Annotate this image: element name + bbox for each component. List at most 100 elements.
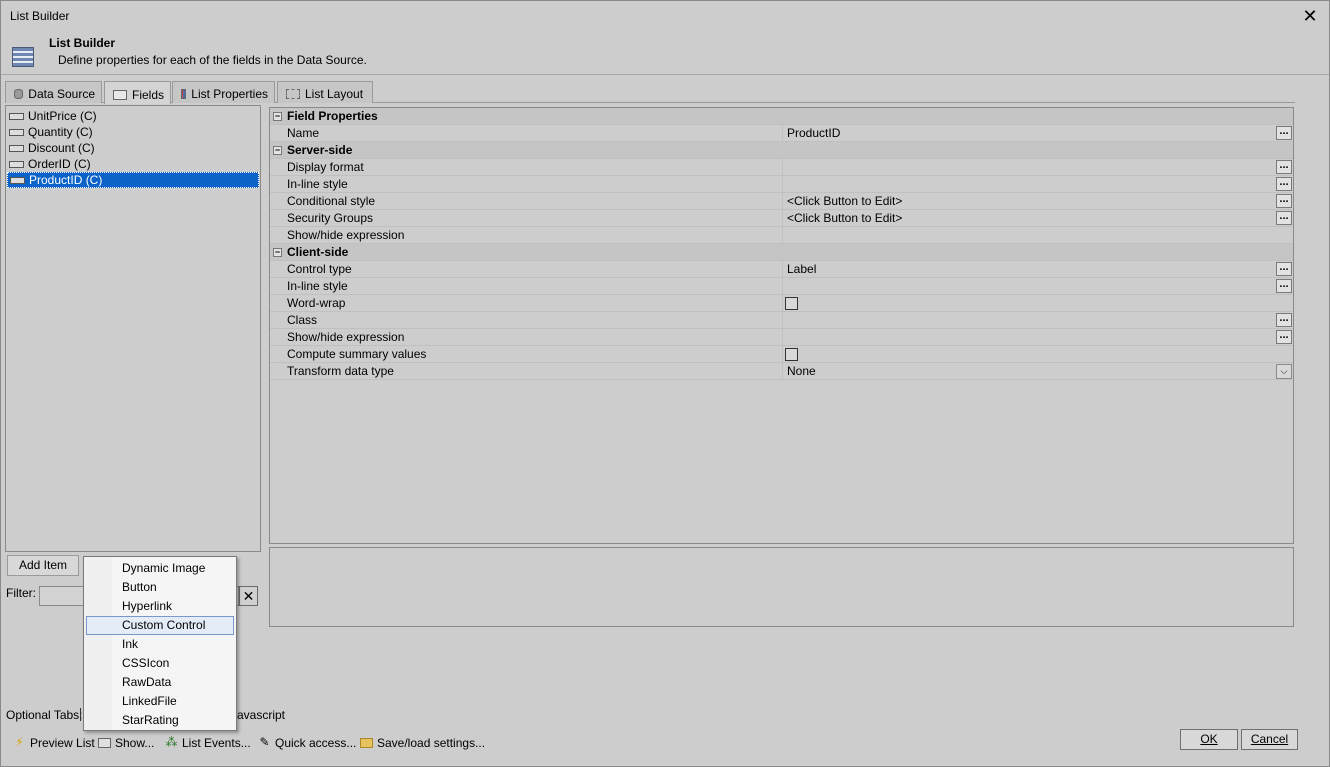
field-item-discount[interactable]: Discount (C) (7, 140, 259, 156)
property-row-name[interactable]: Name ProductID ... (270, 125, 1293, 142)
property-name: In-line style (287, 177, 348, 191)
ellipsis-button[interactable]: ... (1276, 211, 1292, 225)
category-field-properties[interactable]: − Field Properties (270, 108, 1293, 125)
close-icon[interactable]: ✕ (1299, 5, 1321, 27)
folder-icon (360, 737, 373, 748)
property-row-word-wrap[interactable]: Word-wrap (270, 295, 1293, 312)
menu-item-dynamic-image[interactable]: Dynamic Image (86, 559, 234, 578)
property-description-box (269, 547, 1294, 627)
ellipsis-button[interactable]: ... (1276, 330, 1292, 344)
tab-fields[interactable]: Fields (104, 81, 171, 104)
property-row-conditional-style[interactable]: Conditional style <Click Button to Edit>… (270, 193, 1293, 210)
menu-item-button[interactable]: Button (86, 578, 234, 597)
property-row-security-groups[interactable]: Security Groups <Click Button to Edit> .… (270, 210, 1293, 227)
ellipsis-button[interactable]: ... (1276, 262, 1292, 276)
collapse-icon[interactable]: − (273, 248, 282, 257)
divider (782, 329, 783, 346)
field-item-orderid[interactable]: OrderID (C) (7, 156, 259, 172)
window-title: List Builder (10, 9, 70, 23)
property-value[interactable]: ProductID (787, 126, 840, 140)
field-label: OrderID (C) (28, 157, 91, 171)
property-row-class[interactable]: Class ... (270, 312, 1293, 329)
menu-item-cssicon[interactable]: CSSIcon (86, 654, 234, 673)
list-layout-icon (286, 89, 300, 99)
property-row-show-hide-server[interactable]: Show/hide expression (270, 227, 1293, 244)
collapse-icon[interactable]: − (273, 112, 282, 121)
word-wrap-checkbox[interactable] (785, 297, 798, 310)
property-value: <Click Button to Edit> (787, 211, 903, 225)
cancel-button[interactable]: Cancel (1241, 729, 1298, 750)
tab-list-properties[interactable]: List Properties (172, 81, 275, 103)
property-row-display-format[interactable]: Display format ... (270, 159, 1293, 176)
optional-tabs-label: Optional Tabs: (6, 708, 83, 722)
menu-item-custom-control[interactable]: Custom Control (86, 616, 234, 635)
property-row-show-hide-client[interactable]: Show/hide expression ... (270, 329, 1293, 346)
field-label: UnitPrice (C) (28, 109, 97, 123)
show-icon (98, 737, 111, 748)
property-grid: − Field Properties Name ProductID ... − … (269, 107, 1294, 544)
menu-item-starrating[interactable]: StarRating (86, 711, 234, 730)
ellipsis-button[interactable]: ... (1276, 279, 1292, 293)
compute-summary-checkbox[interactable] (785, 348, 798, 361)
property-name: Word-wrap (287, 296, 346, 310)
list-events-button[interactable]: ⁂ List Events... (165, 734, 251, 751)
field-item-quantity[interactable]: Quantity (C) (7, 124, 259, 140)
ellipsis-button[interactable]: ... (1276, 313, 1292, 327)
divider (782, 312, 783, 329)
ok-button[interactable]: OK (1180, 729, 1238, 750)
button-label: Save/load settings... (377, 735, 486, 750)
button-label: Quick access... (275, 735, 357, 750)
property-name: Conditional style (287, 194, 376, 208)
property-row-control-type[interactable]: Control type Label ... (270, 261, 1293, 278)
property-name: Transform data type (287, 364, 394, 378)
chevron-down-icon[interactable]: ⌵ (1276, 364, 1292, 379)
add-item-context-menu: Dynamic Image Button Hyperlink Custom Co… (83, 556, 237, 731)
category-title: Field Properties (287, 109, 378, 123)
ellipsis-button[interactable]: ... (1276, 126, 1292, 140)
list-builder-window: List Builder ✕ List Builder Define prope… (0, 0, 1330, 767)
collapse-icon[interactable]: − (273, 146, 282, 155)
clear-filter-icon[interactable]: ✕ (239, 586, 258, 606)
field-icon (9, 144, 24, 152)
field-icon (9, 128, 24, 136)
category-server-side[interactable]: − Server-side (270, 142, 1293, 159)
show-button[interactable]: Show... (98, 734, 154, 751)
menu-item-rawdata[interactable]: RawData (86, 673, 234, 692)
divider (782, 210, 783, 227)
field-item-productid[interactable]: ProductID (C) (7, 172, 259, 188)
header-description: Define properties for each of the fields… (58, 53, 367, 67)
property-name: Show/hide expression (287, 330, 405, 344)
property-name: Control type (287, 262, 352, 276)
tab-data-source[interactable]: Data Source (5, 81, 102, 103)
save-load-settings-button[interactable]: Save/load settings... (360, 734, 485, 751)
add-item-button[interactable]: Add Item (7, 555, 79, 576)
fields-list[interactable]: UnitPrice (C) Quantity (C) Discount (C) … (5, 105, 261, 552)
property-row-inline-style-server[interactable]: In-line style ... (270, 176, 1293, 193)
quick-access-button[interactable]: ✎ Quick access... (258, 734, 356, 751)
button-label: Show... (115, 735, 155, 750)
tab-list-layout[interactable]: List Layout (277, 81, 373, 103)
header-banner: List Builder Define properties for each … (1, 31, 1329, 75)
divider (782, 278, 783, 295)
ellipsis-button[interactable]: ... (1276, 177, 1292, 191)
property-row-inline-style-client[interactable]: In-line style ... (270, 278, 1293, 295)
preview-list-button[interactable]: ⚡ Preview List (13, 734, 95, 751)
menu-item-hyperlink[interactable]: Hyperlink (86, 597, 234, 616)
ellipsis-button[interactable]: ... (1276, 194, 1292, 208)
button-label: Preview List (30, 735, 95, 750)
field-label: Quantity (C) (28, 125, 93, 139)
lightning-icon: ⚡ (15, 735, 24, 749)
ellipsis-button[interactable]: ... (1276, 160, 1292, 174)
filter-label: Filter: (6, 586, 36, 600)
menu-item-ink[interactable]: Ink (86, 635, 234, 654)
list-properties-icon (181, 89, 187, 99)
category-client-side[interactable]: − Client-side (270, 244, 1293, 261)
divider (782, 261, 783, 278)
tab-strip: Data Source Fields List Properties List … (5, 81, 1295, 104)
property-name: Security Groups (287, 211, 374, 225)
field-item-unitprice[interactable]: UnitPrice (C) (7, 108, 259, 124)
menu-item-linkedfile[interactable]: LinkedFile (86, 692, 234, 711)
property-row-transform-data-type[interactable]: Transform data type None ⌵ (270, 363, 1293, 380)
divider (782, 227, 783, 244)
property-row-compute-summary[interactable]: Compute summary values (270, 346, 1293, 363)
